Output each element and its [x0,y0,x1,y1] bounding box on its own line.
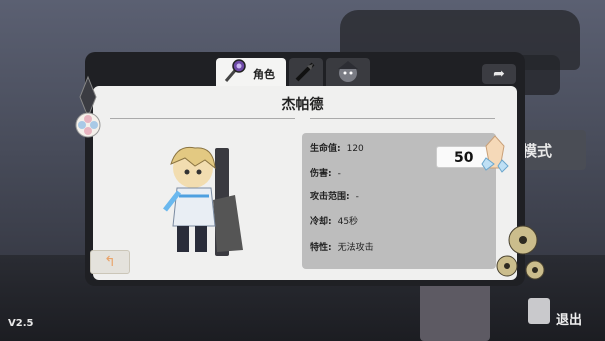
exit-button[interactable]: 退出 [556,309,582,328]
stat-value: 无法攻击 [337,243,374,253]
exit-icon[interactable] [528,298,550,324]
weapon-icon [295,62,315,82]
stat-value: - [355,192,359,202]
title-divider-right [310,118,495,119]
stat-label: 伤害: [310,169,332,179]
share-icon: ➦ [493,66,505,82]
crystal-icon [481,135,509,173]
share-button[interactable]: ➦ [482,64,516,84]
version-label: V2.5 [8,318,34,329]
stat-value: 120 [346,144,364,154]
background-box [420,280,490,341]
stat-value: 45秒 [337,217,359,227]
stat-label: 冷却: [310,217,332,227]
stat-damage: 伤害: - [310,166,341,179]
stat-hp: 生命值: 120 [310,141,364,154]
back-arrow-icon: ↰ [104,254,116,270]
scepter-icon [224,59,246,82]
stat-label: 特性: [310,243,332,253]
stat-value: - [337,169,341,179]
stat-cooldown: 冷却: 45秒 [310,214,358,227]
stat-label: 生命值: [310,144,341,154]
gold-flower-ornament-icon [496,225,545,280]
character-portrait [163,146,243,256]
character-name: 杰帕德 [281,97,324,113]
stat-range: 攻击范围: - [310,189,359,202]
character-portrait-icon [338,61,358,82]
title-divider-left [110,118,295,119]
background-mode-text: 模式 [522,142,553,160]
stat-label: 攻击范围: [310,192,350,202]
tab-role-label: 角色 [253,68,275,81]
back-button[interactable]: ↰ [90,250,130,274]
stat-trait: 特性: 无法攻击 [310,240,374,253]
